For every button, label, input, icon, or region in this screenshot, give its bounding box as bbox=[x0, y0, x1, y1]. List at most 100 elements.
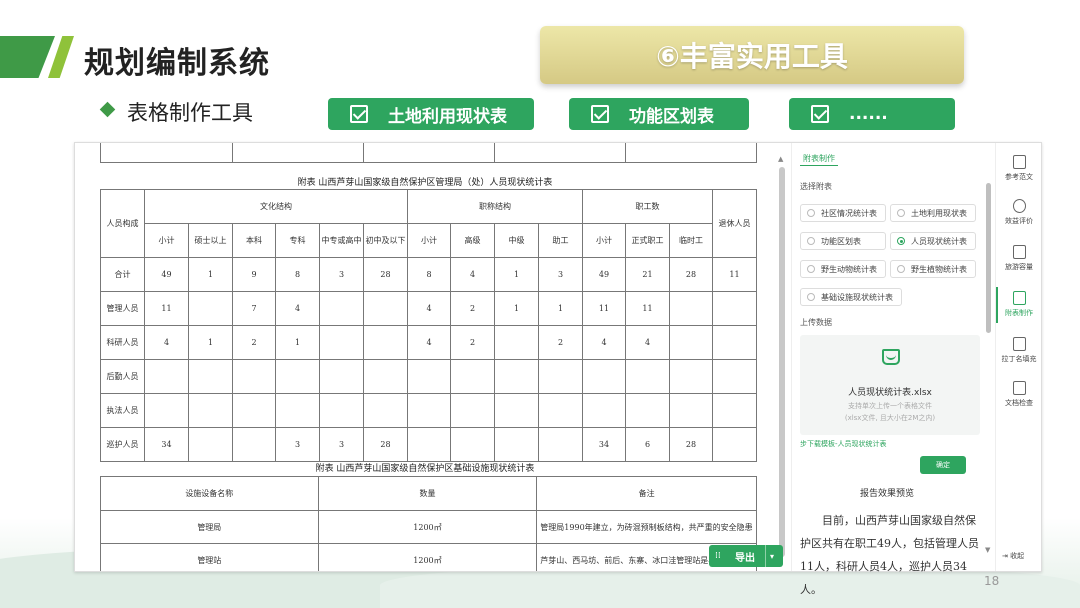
tool-sidebar: 参考范文 效益评价 旅游容量 附表制作 拉丁名填充 文档检查 ⇥ 收起 bbox=[995, 143, 1041, 571]
table-cell: 3 bbox=[319, 427, 364, 462]
table-cell bbox=[582, 393, 626, 428]
table-cell bbox=[232, 393, 276, 428]
select-label: 选择附表 bbox=[800, 182, 832, 191]
header-qty: 数量 bbox=[317, 476, 538, 511]
option-wild-animals[interactable]: 野生动物统计表 bbox=[800, 260, 886, 278]
document-view[interactable]: 附表 山西芦芽山国家级自然保护区管理局（处）人员现状统计表 人员构成 文化结构 职称… bbox=[75, 143, 775, 571]
table-cell: 28 bbox=[363, 427, 408, 462]
check-icon bbox=[350, 105, 368, 123]
table-cell: 8 bbox=[407, 257, 451, 292]
header-retired: 退休人员 bbox=[712, 189, 757, 258]
download-template-link[interactable]: 步下载模板-人员现状统计表 bbox=[800, 439, 887, 449]
table-cell: 8 bbox=[275, 257, 320, 292]
collapse-button[interactable]: ⇥ 收起 bbox=[1002, 551, 1024, 561]
scroll-up-icon[interactable]: ▲ bbox=[778, 155, 783, 163]
table-cell bbox=[669, 291, 713, 326]
subheader-cell: 小计 bbox=[582, 223, 626, 258]
subheader-cell: 正式职工 bbox=[625, 223, 670, 258]
subheader-cell: 专科 bbox=[275, 223, 320, 258]
option-wild-plants[interactable]: 野生植物统计表 bbox=[890, 260, 976, 278]
table-row: 执法人员 bbox=[100, 393, 757, 428]
table1-title: 附表 山西芦芽山国家级自然保护区管理局（处）人员现状统计表 bbox=[297, 178, 553, 188]
subheader-cell: 高级 bbox=[450, 223, 495, 258]
title-accent bbox=[0, 36, 75, 78]
subheader-cell: 助工 bbox=[538, 223, 583, 258]
upload-hint: 支持单次上传一个表格文件 bbox=[848, 402, 932, 410]
facility-name: 管理站 bbox=[100, 543, 319, 571]
table-cell bbox=[232, 359, 276, 394]
table-cell: 3 bbox=[319, 257, 364, 292]
document-icon bbox=[1012, 155, 1026, 169]
table-cell: 34 bbox=[582, 427, 626, 462]
table-cell bbox=[363, 291, 408, 326]
table-cell bbox=[188, 359, 233, 394]
option-zoning[interactable]: 功能区划表 bbox=[800, 232, 886, 250]
upload-hint-size: (xlsx文件, 且大小在2M之内) bbox=[844, 414, 936, 422]
subheader-cell: 初中及以下 bbox=[363, 223, 408, 258]
collapse-icon: ⇥ bbox=[1002, 552, 1008, 560]
table-cell bbox=[319, 393, 364, 428]
confirm-button[interactable]: 确定 bbox=[920, 456, 966, 474]
table-cell: 1 bbox=[188, 257, 233, 292]
feature-button-more[interactable]: ...... bbox=[789, 98, 955, 130]
table-cell: 4 bbox=[407, 291, 451, 326]
scrollbar-thumb[interactable] bbox=[779, 167, 785, 557]
sidebar-item-latin[interactable]: 拉丁名填充 bbox=[996, 337, 1042, 364]
table-cell bbox=[712, 427, 757, 462]
table-cell bbox=[319, 359, 364, 394]
option-community[interactable]: 社区情况统计表 bbox=[800, 204, 886, 222]
export-button[interactable]: ⁞⁞ 导出 ▾ bbox=[709, 545, 783, 567]
radio-icon bbox=[807, 265, 815, 273]
table-cell: 2 bbox=[450, 325, 495, 360]
chevron-down-icon[interactable]: ▾ bbox=[770, 552, 774, 561]
table-cell: 9 bbox=[232, 257, 276, 292]
table-cell bbox=[494, 427, 539, 462]
table-cell: 2 bbox=[538, 325, 583, 360]
document-scrollbar[interactable]: ▲ bbox=[775, 143, 789, 571]
table-cell: 4 bbox=[144, 325, 189, 360]
uploaded-file-name: 人员现状统计表.xlsx bbox=[848, 388, 932, 398]
table-cell bbox=[712, 325, 757, 360]
table-cell bbox=[582, 359, 626, 394]
upload-dropzone[interactable]: 人员现状统计表.xlsx 支持单次上传一个表格文件 (xlsx文件, 且大小在2… bbox=[800, 335, 980, 435]
header-culture: 文化结构 bbox=[144, 189, 408, 224]
table-cell bbox=[407, 359, 451, 394]
subheader-cell: 中专或高中 bbox=[319, 223, 364, 258]
sidebar-item-attachment[interactable]: 附表制作 bbox=[996, 291, 1042, 318]
row-label: 合计 bbox=[100, 257, 145, 292]
option-land-use[interactable]: 土地利用现状表 bbox=[890, 204, 976, 222]
slide: 规划编制系统 ⑥丰富实用工具 表格制作工具 土地利用现状表 功能区划表 ....… bbox=[0, 0, 1080, 608]
table-cell: 1 bbox=[275, 325, 320, 360]
feature-button-land-use[interactable]: 土地利用现状表 bbox=[328, 98, 534, 130]
row-label: 科研人员 bbox=[100, 325, 145, 360]
table-cell: 4 bbox=[450, 257, 495, 292]
subheader-cell: 硕士以上 bbox=[188, 223, 233, 258]
facility-name: 管理局 bbox=[100, 510, 319, 544]
table-cell bbox=[450, 393, 495, 428]
sidebar-item-check[interactable]: 文档检查 bbox=[996, 381, 1042, 408]
radio-icon bbox=[897, 209, 905, 217]
sidebar-item-reference[interactable]: 参考范文 bbox=[996, 155, 1042, 182]
feature-button-zoning[interactable]: 功能区划表 bbox=[569, 98, 749, 130]
scroll-down-icon[interactable]: ▼ bbox=[985, 546, 990, 554]
panel-scrollbar[interactable] bbox=[986, 183, 991, 333]
panel-tab[interactable]: 附表制作 bbox=[800, 153, 838, 166]
sidebar-item-benefit[interactable]: 效益评价 bbox=[996, 199, 1042, 226]
row-label: 管理人员 bbox=[100, 291, 145, 326]
table-cell: 34 bbox=[144, 427, 189, 462]
table-cell bbox=[538, 393, 583, 428]
header-title: 职称结构 bbox=[407, 189, 583, 224]
option-staff[interactable]: 人员现状统计表 bbox=[890, 232, 976, 250]
table-cell: 28 bbox=[669, 427, 713, 462]
radio-icon bbox=[807, 209, 815, 217]
table-icon bbox=[1012, 291, 1026, 305]
row-label: 巡护人员 bbox=[100, 427, 145, 462]
option-infrastructure[interactable]: 基础设施现状统计表 bbox=[800, 288, 902, 306]
table-cell bbox=[144, 393, 189, 428]
grid-icon: ⁞⁞ bbox=[715, 551, 721, 561]
table-cell bbox=[669, 359, 713, 394]
table-cell: 4 bbox=[407, 325, 451, 360]
subtitle: 表格制作工具 bbox=[127, 101, 253, 125]
sidebar-item-capacity[interactable]: 旅游容量 bbox=[996, 245, 1042, 272]
radio-selected-icon bbox=[897, 237, 905, 245]
